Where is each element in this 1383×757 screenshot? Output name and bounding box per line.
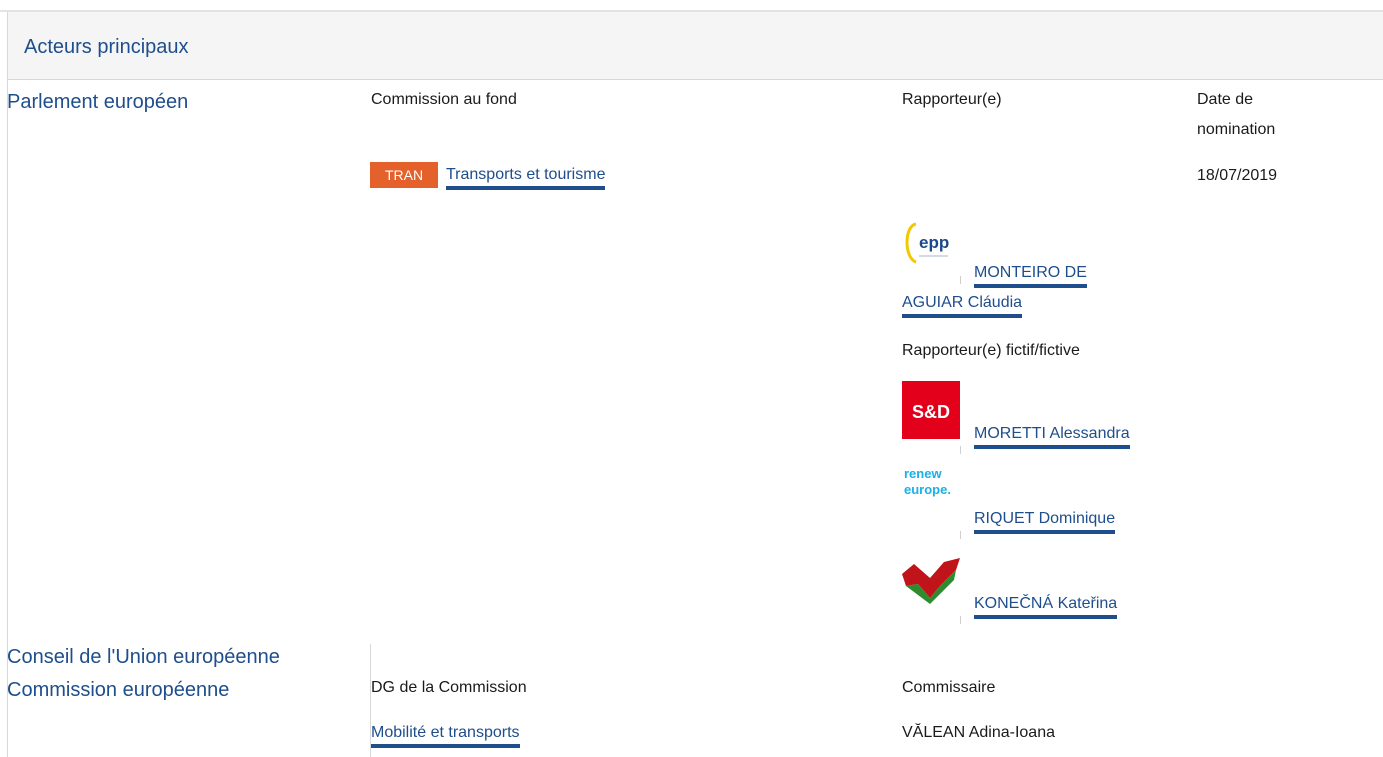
- logo-tick: [960, 446, 961, 454]
- section-title: Acteurs principaux: [24, 36, 189, 58]
- commissioner-name: VĂLEAN Adina-Ioana: [902, 724, 1055, 741]
- section-header: Acteurs principaux: [7, 12, 1383, 80]
- rapporteur-link-line1[interactable]: MONTEIRO DE: [974, 262, 1087, 288]
- sd-logo-icon: S&D: [902, 381, 960, 439]
- institution-commission: Commission européenne: [7, 679, 230, 701]
- institution-council: Conseil de l'Union européenne: [7, 646, 280, 668]
- logo-tick: [960, 276, 961, 284]
- gue-ngl-logo-icon: [902, 558, 960, 604]
- svg-text:S&D: S&D: [912, 402, 950, 422]
- commissioner-header: Commissaire: [902, 679, 996, 696]
- date-header-line2: nomination: [1197, 121, 1276, 138]
- svg-text:renew: renew: [904, 466, 942, 481]
- epp-logo-icon: epp: [905, 222, 949, 264]
- svg-text:europe.: europe.: [904, 482, 951, 497]
- dg-link[interactable]: Mobilité et transports: [371, 722, 520, 748]
- shadow-link-konecna[interactable]: KONEČNÁ Kateřina: [974, 593, 1118, 619]
- shadow-link-riquet[interactable]: RIQUET Dominique: [974, 508, 1116, 534]
- rapporteur-header: Rapporteur(e): [902, 91, 1002, 108]
- committee-header: Commission au fond: [371, 91, 517, 108]
- nomination-date: 18/07/2019: [1197, 167, 1278, 184]
- shadow-link-moretti[interactable]: MORETTI Alessandra: [974, 423, 1130, 449]
- shadow-rapporteur-label: Rapporteur(e) fictif/fictive: [902, 342, 1080, 359]
- institution-parliament: Parlement européen: [7, 91, 189, 113]
- date-header-line1: Date de: [1197, 91, 1254, 108]
- renew-logo-icon: renew europe.: [904, 466, 951, 497]
- rapporteur-link-line2[interactable]: AGUIAR Cláudia: [902, 292, 1023, 318]
- committee-link[interactable]: Transports et tourisme: [446, 164, 606, 190]
- svg-text:epp: epp: [919, 233, 949, 252]
- logo-tick: [960, 531, 961, 539]
- dg-header: DG de la Commission: [371, 679, 527, 696]
- committee-code-badge: TRAN: [370, 162, 438, 188]
- logo-tick: [960, 616, 961, 624]
